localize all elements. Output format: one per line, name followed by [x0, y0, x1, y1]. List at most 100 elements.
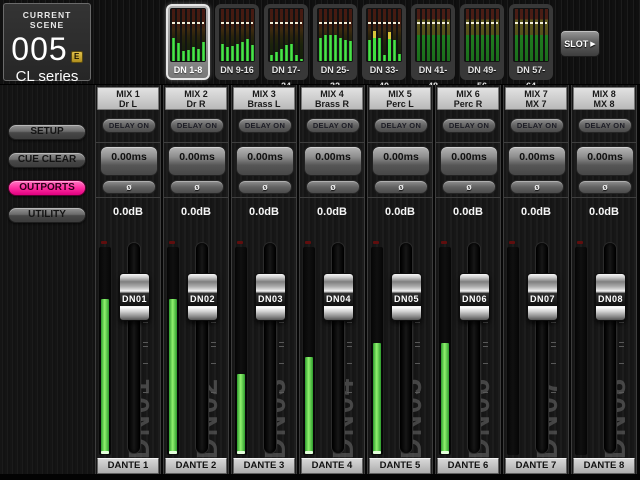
channel-name-label: Perc L	[370, 99, 430, 109]
output-port-label: DANTE 5	[369, 458, 431, 474]
delay-time-button[interactable]: 0.00ms	[236, 146, 294, 176]
meter-zero-marker	[466, 22, 498, 24]
delay-time-button[interactable]: 0.00ms	[100, 146, 158, 176]
meter-bar	[466, 9, 469, 61]
channel-meter-fill	[237, 374, 245, 454]
phase-button[interactable]: ø	[238, 180, 292, 194]
meter-bar-fill	[349, 41, 352, 61]
fader-knob[interactable]: DN06	[459, 273, 490, 321]
delay-on-button[interactable]: DELAY ON	[442, 118, 496, 133]
channel-strip: MIX 4Brass RDELAY ON0.00msø0.0dBDN04DN04…	[299, 85, 365, 480]
fader-scale-tick	[211, 363, 216, 364]
delay-time-button[interactable]: 0.00ms	[576, 146, 634, 176]
channel-bus-label: MIX 3	[234, 89, 294, 99]
meter-bar	[285, 9, 288, 61]
meter-bank-tab[interactable]: DN 33-40	[362, 4, 406, 80]
phase-button[interactable]: ø	[510, 180, 564, 194]
fader-scale-tick	[279, 342, 284, 343]
sidebar-button-setup[interactable]: SETUP	[8, 124, 86, 140]
fader-knob[interactable]: DN03	[255, 273, 286, 321]
channel-meter	[235, 247, 247, 455]
delay-time-button[interactable]: 0.00ms	[440, 146, 498, 176]
delay-on-button[interactable]: DELAY ON	[510, 118, 564, 133]
delay-on-button[interactable]: DELAY ON	[306, 118, 360, 133]
fader-scale-tick	[619, 346, 624, 347]
fader-scale-tick	[415, 363, 420, 364]
delay-on-button[interactable]: DELAY ON	[374, 118, 428, 133]
channel-header: MIX 7MX 7	[505, 87, 567, 110]
delay-on-button[interactable]: DELAY ON	[578, 118, 632, 133]
meter-bank-tab[interactable]: DN 25-32	[313, 4, 357, 80]
phase-button[interactable]: ø	[578, 180, 632, 194]
fader-scale-tick	[143, 363, 148, 364]
phase-button[interactable]: ø	[374, 180, 428, 194]
fader-knob[interactable]: DN08	[595, 273, 626, 321]
phase-button[interactable]: ø	[102, 180, 156, 194]
meter-bar	[525, 9, 528, 61]
meter-bar-fill	[182, 51, 185, 61]
slot-button[interactable]: SLOT ▶	[560, 30, 600, 57]
meter-bank-tab[interactable]: DN 49-56	[460, 4, 504, 80]
phase-button[interactable]: ø	[306, 180, 360, 194]
channel-bus-label: MIX 6	[438, 89, 498, 99]
channel-meter-fill	[373, 343, 381, 454]
meter-zero-marker	[417, 22, 449, 24]
delay-time-button[interactable]: 0.00ms	[508, 146, 566, 176]
phase-button[interactable]: ø	[170, 180, 224, 194]
current-scene-label: CURRENT SCENE	[4, 10, 90, 30]
meter-bar-fill	[368, 40, 371, 61]
slot-button-label: SLOT	[564, 39, 588, 49]
phase-button[interactable]: ø	[442, 180, 496, 194]
fader-knob[interactable]: DN05	[391, 273, 422, 321]
fader-knob[interactable]: DN01	[119, 273, 150, 321]
channel-bus-label: MIX 1	[98, 89, 158, 99]
meter-bar	[251, 9, 254, 61]
fader-knob[interactable]: DN07	[527, 273, 558, 321]
sidebar-button-outports[interactable]: OUTPORTS	[8, 180, 86, 196]
meter-bar-fill	[285, 45, 288, 61]
console-model-label: CL series	[4, 68, 90, 85]
fader-scale-tick	[279, 322, 284, 323]
meter-bank-tab-label: DN 25-32	[317, 62, 353, 78]
meter-bar-fill	[202, 42, 205, 61]
delay-on-button[interactable]: DELAY ON	[238, 118, 292, 133]
output-port-label: DANTE 7	[505, 458, 567, 474]
delay-time-button[interactable]: 0.00ms	[168, 146, 226, 176]
channel-meter-fill	[169, 299, 177, 454]
meter-bar	[398, 9, 401, 61]
meter-bar-fill	[241, 42, 244, 61]
meter-bar	[300, 9, 303, 61]
sidebar-button-cue-clear[interactable]: CUE CLEAR	[8, 152, 86, 168]
channel-meter-cap	[373, 451, 381, 454]
fader-knob-label: DN04	[324, 293, 353, 306]
delay-on-button[interactable]: DELAY ON	[170, 118, 224, 133]
meter-bank-tab[interactable]: DN 41-48	[411, 4, 455, 80]
meter-bank-tab[interactable]: DN 57-64	[509, 4, 553, 80]
output-port-label: DANTE 4	[301, 458, 363, 474]
meter-bank-tab[interactable]: DN 17-24	[264, 4, 308, 80]
fader-knob-label: DN03	[256, 293, 285, 306]
sidebar-button-utility[interactable]: UTILITY	[8, 207, 86, 223]
clip-indicator	[577, 241, 583, 244]
channel-meter	[575, 247, 587, 455]
meter-bar	[295, 9, 298, 61]
delay-time-button[interactable]: 0.00ms	[372, 146, 430, 176]
meter-bar	[349, 9, 352, 61]
meter-bank-tab[interactable]: DN 9-16	[215, 4, 259, 80]
channel-meter-cap	[237, 451, 245, 454]
meter-bar	[221, 9, 224, 61]
fader-scale-tick	[279, 392, 284, 393]
delay-time-button[interactable]: 0.00ms	[304, 146, 362, 176]
fader-scale-tick	[143, 392, 148, 393]
delay-on-button[interactable]: DELAY ON	[102, 118, 156, 133]
meter-bank-tab-row: DN 1-8DN 9-16DN 17-24DN 25-32DN 33-40DN …	[166, 4, 553, 80]
meter-bar	[520, 9, 523, 61]
meter-bank-tab[interactable]: DN 1-8	[166, 4, 210, 80]
fader-knob[interactable]: DN04	[323, 273, 354, 321]
channel-strip: MIX 6Perc RDELAY ON0.00msø0.0dBDN06DN06D…	[435, 85, 501, 480]
section-divider	[96, 142, 160, 143]
section-divider	[504, 142, 568, 143]
meter-bar	[491, 9, 494, 61]
fader-knob[interactable]: DN02	[187, 273, 218, 321]
meter-bar-fill	[275, 52, 278, 61]
